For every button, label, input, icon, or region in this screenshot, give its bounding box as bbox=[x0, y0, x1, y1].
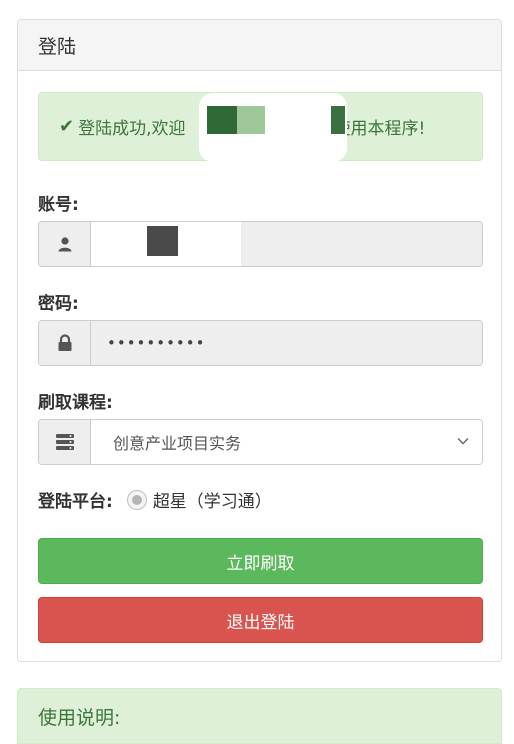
alert-text-prefix: 登陆成功,欢迎 bbox=[78, 119, 186, 139]
server-icon bbox=[39, 420, 91, 464]
redacted-account bbox=[91, 222, 241, 266]
chevron-down-icon bbox=[457, 438, 469, 445]
account-input-group bbox=[38, 221, 483, 267]
lock-icon bbox=[39, 321, 91, 365]
account-input[interactable] bbox=[91, 222, 482, 266]
user-icon bbox=[39, 222, 91, 266]
platform-row: 登陆平台: 超星（学习通） bbox=[38, 487, 272, 512]
password-input-group: •••••••••• bbox=[38, 320, 483, 366]
panel-title: 登陆 bbox=[18, 20, 501, 71]
account-label: 账号: bbox=[38, 195, 79, 215]
course-select-group: 创意产业项目实务 bbox=[38, 419, 483, 465]
password-value: •••••••••• bbox=[107, 334, 206, 352]
password-input[interactable]: •••••••••• bbox=[91, 321, 482, 365]
check-icon: ✔ bbox=[59, 116, 75, 137]
login-panel: 登陆 ✔ 登陆成功,欢迎 使用本程序! 账号: 密码: •••••••••• 刷… bbox=[17, 19, 502, 662]
logout-button[interactable]: 退出登陆 bbox=[38, 597, 483, 643]
password-label: 密码: bbox=[38, 294, 79, 314]
start-button[interactable]: 立即刷取 bbox=[38, 538, 483, 584]
redacted-username bbox=[199, 93, 347, 162]
course-label: 刷取课程: bbox=[38, 393, 113, 413]
instructions-panel-title: 使用说明: bbox=[17, 688, 502, 744]
course-selected-value: 创意产业项目实务 bbox=[113, 434, 242, 453]
platform-option-label: 超星（学习通） bbox=[152, 492, 272, 512]
platform-radio[interactable] bbox=[126, 489, 147, 510]
success-alert: ✔ 登陆成功,欢迎 使用本程序! bbox=[38, 92, 483, 162]
alert-text-suffix: 使用本程序! bbox=[333, 119, 426, 139]
course-select[interactable]: 创意产业项目实务 bbox=[91, 420, 482, 464]
platform-label: 登陆平台: bbox=[38, 492, 113, 512]
